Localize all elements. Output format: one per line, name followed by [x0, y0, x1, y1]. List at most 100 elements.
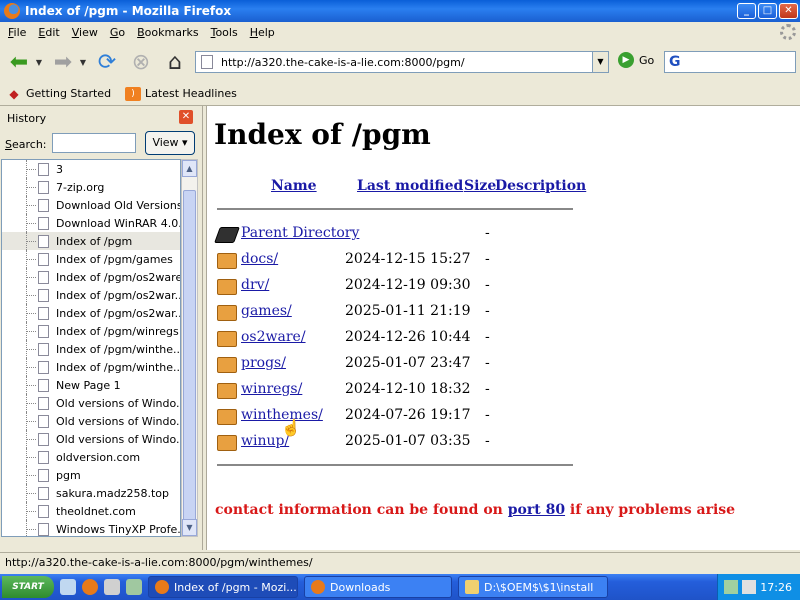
history-item[interactable]: Download Old Versions... — [2, 196, 180, 214]
history-item[interactable]: Download WinRAR 4.0... — [2, 214, 180, 232]
back-button[interactable]: ⬅ — [4, 47, 34, 77]
history-item[interactable]: Index of /pgm/games — [2, 250, 180, 268]
home-button[interactable]: ⌂ — [160, 47, 190, 77]
history-item[interactable]: theoldnet.com — [2, 502, 180, 520]
menu-edit[interactable]: Edit — [32, 26, 65, 39]
page-content: Index of /pgm Name Last modified Size De… — [206, 106, 800, 550]
history-item[interactable]: Index of /pgm/os2ware — [2, 268, 180, 286]
go-label: Go — [639, 53, 655, 67]
history-item[interactable]: Old versions of Windo... — [2, 430, 180, 448]
history-item-label: Old versions of Windo... — [56, 432, 180, 446]
page-icon — [38, 180, 49, 194]
modified-date: 2025-01-07 03:35 — [345, 433, 471, 449]
bookmark-latest-headlines[interactable]: ) Latest Headlines — [125, 86, 237, 101]
directory-link[interactable]: os2ware/ — [241, 329, 306, 345]
task-explorer[interactable]: D:\$OEM$\$1\install — [458, 576, 608, 598]
quicklaunch-desktop-icon[interactable] — [60, 579, 76, 595]
quicklaunch-mail-icon[interactable] — [104, 579, 120, 595]
scroll-up-icon[interactable]: ▲ — [182, 160, 197, 177]
port-80-link[interactable]: port 80 — [508, 502, 565, 518]
view-button[interactable]: View ▾ — [145, 131, 195, 155]
menu-help[interactable]: Help — [244, 26, 281, 39]
history-item-label: Download Old Versions... — [56, 198, 180, 212]
close-sidebar-icon[interactable]: ✕ — [179, 110, 193, 124]
hand-cursor-icon: ☝ — [281, 418, 301, 437]
search-box[interactable]: G — [664, 51, 796, 73]
history-item-label: 3 — [56, 162, 63, 176]
menu-tools[interactable]: Tools — [205, 26, 244, 39]
stop-button[interactable]: ⊗ — [126, 47, 156, 77]
history-item[interactable]: Index of /pgm/os2war... — [2, 304, 180, 322]
tray-network-icon[interactable] — [724, 580, 739, 594]
history-item[interactable]: oldversion.com — [2, 448, 180, 466]
parent-directory-link[interactable]: Parent Directory — [241, 225, 359, 241]
directory-link[interactable]: drv/ — [241, 277, 269, 293]
history-item[interactable]: Old versions of Windo... — [2, 394, 180, 412]
history-item[interactable]: Index of /pgm — [2, 232, 180, 250]
history-item-label: oldversion.com — [56, 450, 141, 464]
history-item[interactable]: 3 — [2, 160, 180, 178]
reload-button[interactable]: ⟳ — [92, 47, 122, 77]
contact-info: contact information can be found on port… — [215, 502, 735, 518]
page-icon — [38, 162, 49, 176]
folder-icon — [217, 305, 237, 321]
history-search-input[interactable] — [52, 133, 136, 153]
directory-link[interactable]: winregs/ — [241, 381, 302, 397]
page-icon — [38, 468, 49, 482]
address-text[interactable]: http://a320.the-cake-is-a-lie.com:8000/p… — [221, 56, 465, 69]
history-item[interactable]: Windows TinyXP Profe... — [2, 520, 180, 536]
address-dropdown-icon[interactable]: ▼ — [592, 52, 608, 72]
forward-button[interactable]: ➡ — [48, 47, 78, 77]
history-item-label: Old versions of Windo... — [56, 414, 180, 428]
size-value: - — [485, 355, 490, 371]
menu-bar: File Edit View Go Bookmarks Tools Help — [0, 22, 800, 42]
quicklaunch-firefox-icon[interactable] — [82, 579, 98, 595]
modified-date: 2024-07-26 19:17 — [345, 407, 471, 423]
bookmark-label: Getting Started — [26, 87, 112, 100]
minimize-button[interactable]: _ — [737, 3, 756, 19]
directory-link[interactable]: games/ — [241, 303, 292, 319]
back-arrow-icon — [214, 227, 240, 243]
start-button[interactable]: START — [2, 576, 54, 598]
quicklaunch-app-icon[interactable] — [126, 579, 142, 595]
history-item[interactable]: Old versions of Windo... — [2, 412, 180, 430]
history-item[interactable]: pgm — [2, 466, 180, 484]
go-button[interactable]: ▶ Go — [618, 52, 654, 68]
history-item[interactable]: sakura.madz258.top — [2, 484, 180, 502]
throbber-icon — [780, 24, 796, 40]
tray-volume-icon[interactable] — [742, 580, 757, 594]
column-header-modified[interactable]: Last modified — [357, 178, 463, 194]
back-history-dropdown-icon[interactable]: ▼ — [34, 47, 44, 77]
task-firefox[interactable]: Index of /pgm - Mozi... — [148, 576, 298, 598]
history-item-label: sakura.madz258.top — [56, 486, 169, 500]
sidebar-scrollbar[interactable]: ▲ ▼ — [181, 159, 198, 537]
task-downloads[interactable]: Downloads — [304, 576, 452, 598]
address-bar[interactable]: http://a320.the-cake-is-a-lie.com:8000/p… — [195, 51, 609, 73]
history-item-label: 7-zip.org — [56, 180, 105, 194]
forward-history-dropdown-icon[interactable]: ▼ — [78, 47, 88, 77]
history-item[interactable]: Index of /pgm/winthe... — [2, 358, 180, 376]
bookmark-getting-started[interactable]: ◆ Getting Started — [6, 87, 111, 101]
scroll-thumb[interactable] — [183, 190, 196, 532]
menu-go[interactable]: Go — [104, 26, 131, 39]
directory-link[interactable]: progs/ — [241, 355, 286, 371]
history-item[interactable]: Index of /pgm/os2war... — [2, 286, 180, 304]
history-item[interactable]: Index of /pgm/winregs — [2, 322, 180, 340]
history-item[interactable]: Index of /pgm/winthe... — [2, 340, 180, 358]
column-header-name[interactable]: Name — [271, 178, 317, 194]
column-header-description[interactable]: Description — [495, 178, 586, 194]
scroll-down-icon[interactable]: ▼ — [182, 519, 197, 536]
history-item[interactable]: New Page 1 — [2, 376, 180, 394]
directory-link[interactable]: docs/ — [241, 251, 278, 267]
modified-date: 2024-12-26 10:44 — [345, 329, 471, 345]
page-icon — [38, 432, 49, 446]
close-button[interactable]: ✕ — [779, 3, 798, 19]
maximize-button[interactable]: □ — [758, 3, 777, 19]
menu-file[interactable]: File — [2, 26, 32, 39]
menu-view[interactable]: View — [66, 26, 104, 39]
history-item[interactable]: 7-zip.org — [2, 178, 180, 196]
task-label: Index of /pgm - Mozi... — [174, 580, 297, 594]
menu-bookmarks[interactable]: Bookmarks — [131, 26, 204, 39]
column-header-size[interactable]: Size — [464, 178, 496, 194]
history-item-label: Index of /pgm/os2war... — [56, 288, 180, 302]
